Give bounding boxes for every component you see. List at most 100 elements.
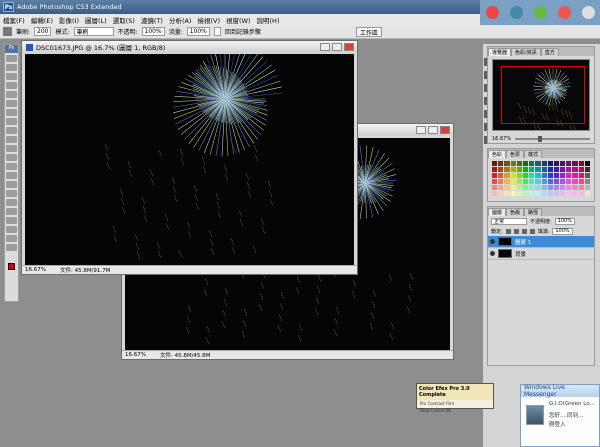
zoom-level[interactable]: 16.67% (25, 267, 46, 273)
color-swatch[interactable] (553, 179, 560, 184)
maximize-button[interactable] (428, 126, 438, 134)
menu-item[interactable]: 檔案(F) (3, 15, 25, 25)
minimize-button[interactable] (416, 126, 426, 134)
color-swatch[interactable] (578, 161, 584, 166)
color-swatch[interactable] (492, 167, 498, 172)
color-swatch[interactable] (560, 191, 566, 196)
tool-icon[interactable] (6, 244, 17, 251)
color-swatch[interactable] (547, 167, 553, 172)
minimize-button[interactable] (320, 43, 330, 51)
panel-tab[interactable]: 導覽器 (488, 48, 512, 56)
close-button[interactable] (440, 126, 450, 134)
app-icon-blue[interactable] (509, 6, 523, 19)
tool-icon[interactable] (6, 217, 17, 224)
color-swatch[interactable] (522, 185, 529, 190)
brush-size-picker[interactable]: 200 (34, 27, 52, 36)
app-icon-white[interactable] (581, 6, 595, 19)
color-swatch[interactable] (572, 185, 578, 190)
color-swatch[interactable] (510, 179, 516, 184)
color-efex-window[interactable]: Color Efex Pro 3.0 Complete Pro Contrast… (416, 383, 494, 413)
color-swatch[interactable] (560, 179, 566, 184)
color-swatch[interactable] (547, 161, 553, 166)
color-swatch[interactable] (492, 173, 498, 178)
color-swatch[interactable] (560, 167, 566, 172)
close-button[interactable] (344, 43, 354, 51)
color-swatch[interactable] (498, 185, 504, 190)
brush-tool-icon[interactable] (3, 27, 12, 36)
visibility-eye-icon[interactable] (490, 239, 495, 244)
color-swatch[interactable] (522, 167, 529, 172)
color-swatch[interactable] (516, 185, 522, 190)
color-swatch[interactable] (578, 167, 584, 172)
color-swatch[interactable] (504, 173, 510, 178)
color-swatch[interactable] (578, 179, 584, 184)
color-swatch[interactable] (566, 167, 572, 172)
tool-icon[interactable] (6, 136, 17, 143)
color-swatch[interactable] (566, 173, 572, 178)
panel-tab[interactable]: 樣式 (524, 150, 543, 158)
navigator-zoom-value[interactable]: 16.67% (492, 136, 511, 142)
color-swatch[interactable] (522, 173, 529, 178)
mode-select[interactable]: 筆刷 (73, 27, 114, 36)
tool-icon[interactable] (6, 109, 17, 116)
panel-tab[interactable]: 路徑 (524, 208, 543, 216)
tool-icon[interactable] (6, 91, 17, 98)
layer-opacity-input[interactable]: 100% (554, 217, 575, 225)
messenger-notification[interactable]: Windows Live Messenger G.I.O(Green Lo...… (520, 384, 600, 447)
file-info[interactable]: 文件: 45.8M/45.8M (160, 351, 210, 359)
color-swatch[interactable] (510, 185, 516, 190)
tool-icon[interactable] (6, 64, 17, 71)
app-icon-green[interactable] (533, 6, 547, 19)
color-swatch[interactable] (535, 191, 541, 196)
color-swatch[interactable] (578, 191, 584, 196)
color-swatch[interactable] (529, 179, 535, 184)
color-swatch[interactable] (541, 185, 547, 190)
file-info[interactable]: 文件: 45.8M/91.7M (60, 266, 110, 274)
color-swatch[interactable] (510, 161, 516, 166)
efex-buttons[interactable]: Help Cancel OK (417, 407, 493, 414)
tool-icon[interactable] (6, 154, 17, 161)
color-swatch[interactable] (510, 191, 516, 196)
color-swatch[interactable] (498, 179, 504, 184)
menu-item[interactable]: 濾鏡(T) (141, 15, 163, 25)
color-swatch[interactable] (541, 161, 547, 166)
lock-all-icon[interactable] (529, 228, 535, 234)
app-icon-globe[interactable] (557, 6, 571, 19)
color-swatch[interactable] (578, 173, 584, 178)
color-swatch[interactable] (516, 191, 522, 196)
color-swatch[interactable] (498, 191, 504, 196)
color-swatch[interactable] (553, 185, 560, 190)
menu-item[interactable]: 編輯(E) (31, 15, 53, 25)
flow-input[interactable]: 100% (186, 27, 210, 36)
color-swatch[interactable] (547, 185, 553, 190)
visibility-eye-icon[interactable] (490, 251, 495, 256)
menu-item[interactable]: 檢視(V) (197, 15, 220, 25)
color-swatch[interactable] (553, 191, 560, 196)
foreground-color-swatch[interactable] (8, 263, 15, 270)
color-swatch[interactable] (584, 191, 590, 196)
color-swatch[interactable] (504, 167, 510, 172)
tool-icon[interactable] (6, 199, 17, 206)
tool-icon[interactable] (6, 235, 17, 242)
color-swatch[interactable] (522, 191, 529, 196)
color-swatch[interactable] (584, 179, 590, 184)
color-swatch[interactable] (584, 161, 590, 166)
menu-item[interactable]: 分析(A) (169, 15, 192, 25)
panel-tab[interactable]: 色版 (506, 208, 525, 216)
history-checkbox[interactable] (213, 27, 221, 36)
zoom-level[interactable]: 16.67% (125, 352, 146, 358)
color-swatch[interactable] (522, 179, 529, 184)
color-swatch[interactable] (560, 161, 566, 166)
color-swatch[interactable] (510, 167, 516, 172)
layer-row[interactable]: 背景 (488, 248, 594, 260)
blend-mode-select[interactable]: 正常 (491, 217, 527, 225)
color-swatch[interactable] (560, 173, 566, 178)
color-swatch[interactable] (541, 173, 547, 178)
color-swatch[interactable] (529, 161, 535, 166)
tool-icon[interactable] (6, 145, 17, 152)
panel-tab[interactable]: 色彩/資訊 (511, 48, 541, 56)
color-swatch[interactable] (584, 167, 590, 172)
tool-icon[interactable] (6, 73, 17, 80)
color-swatch[interactable] (492, 185, 498, 190)
lock-pixels-icon[interactable] (513, 228, 519, 234)
